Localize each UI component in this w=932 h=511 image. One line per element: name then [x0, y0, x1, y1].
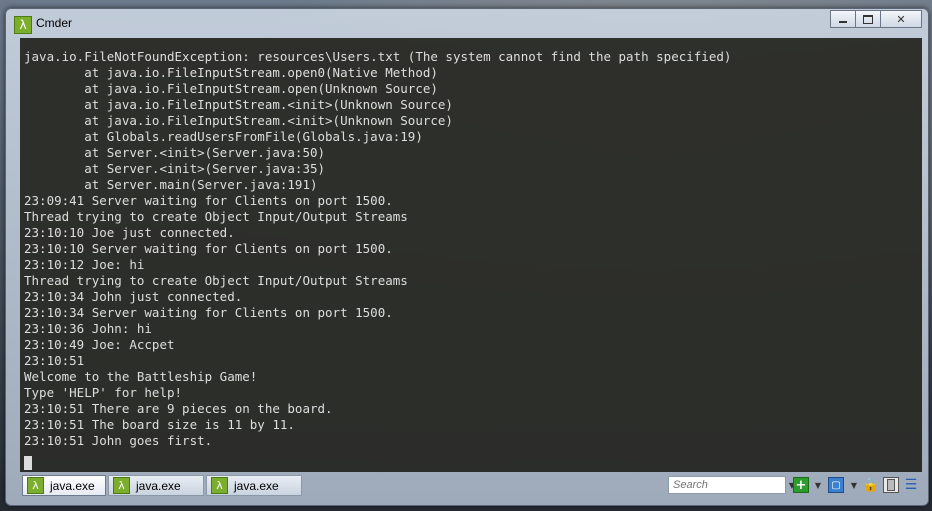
minimize-button[interactable]: [830, 10, 856, 28]
tab-java-exe-3[interactable]: λ java.exe: [206, 475, 302, 496]
cmder-app-icon[interactable]: λ: [14, 16, 32, 34]
lambda-icon: λ: [211, 477, 228, 494]
terminal-line: at java.io.FileInputStream.<init>(Unknow…: [24, 113, 453, 128]
maximize-icon: [863, 14, 873, 24]
terminal-line: 23:09:41 Server waiting for Clients on p…: [24, 193, 393, 208]
terminal-line: 23:10:34 Server waiting for Clients on p…: [24, 305, 393, 320]
split-dropdown-icon[interactable]: ▼: [846, 477, 862, 493]
terminal-line: at Server.main(Server.java:191): [24, 177, 318, 192]
terminal-line: 23:10:51 There are 9 pieces on the board…: [24, 401, 333, 416]
terminal-line: 23:10:36 John: hi: [24, 321, 152, 336]
terminal-line: at java.io.FileInputStream.<init>(Unknow…: [24, 97, 453, 112]
terminal-line: 23:10:51 John goes first.: [24, 433, 213, 448]
terminal-line: 23:10:10 Joe just connected.: [24, 225, 235, 240]
lock-icon[interactable]: 🔒: [863, 477, 879, 493]
terminal-line: Thread trying to create Object Input/Out…: [24, 209, 408, 224]
terminal-line: Thread trying to create Object Input/Out…: [24, 273, 408, 288]
lambda-icon: λ: [113, 477, 130, 494]
terminal-line: at java.io.FileInputStream.open(Unknown …: [24, 81, 438, 96]
terminal-line: Welcome to the Battleship Game!: [24, 369, 258, 384]
window-title: Cmder: [36, 16, 73, 30]
split-console-icon[interactable]: ▢: [828, 477, 844, 493]
terminal-line: 23:10:12 Joe: hi: [24, 257, 145, 272]
status-tab-bar: λ java.exe λ java.exe λ java.exe ▼ + ▼ ▢…: [20, 474, 922, 498]
terminal-line: at Server.<init>(Server.java:50): [24, 145, 326, 160]
terminal-line: 23:10:51: [24, 353, 85, 368]
lambda-icon: λ: [27, 477, 44, 494]
close-icon: ✕: [896, 12, 906, 26]
tab-label: java.exe: [234, 478, 279, 493]
cmder-window: λ Cmder ✕ java.io.FileNotFoundException:…: [5, 8, 929, 506]
pane-inner-icon: [887, 479, 895, 491]
close-button[interactable]: ✕: [880, 10, 922, 28]
hamburger-menu-icon[interactable]: ☰: [903, 477, 919, 493]
terminal-line: at java.io.FileInputStream.open0(Native …: [24, 65, 438, 80]
tab-java-exe-2[interactable]: λ java.exe: [108, 475, 204, 496]
maximize-button[interactable]: [855, 10, 881, 28]
terminal-line: 23:10:49 Joe: Accpet: [24, 337, 175, 352]
terminal-line: 23:10:10 Server waiting for Clients on p…: [24, 241, 393, 256]
search-input[interactable]: [668, 476, 786, 494]
terminal-line: java.io.FileNotFoundException: resources…: [24, 49, 732, 64]
window-controls: ✕: [830, 10, 922, 28]
pane-layout-icon[interactable]: [883, 477, 899, 493]
tab-label: java.exe: [136, 478, 181, 493]
title-bar[interactable]: λ Cmder ✕: [6, 9, 928, 37]
terminal-line: 23:10:51 The board size is 11 by 11.: [24, 417, 295, 432]
new-console-plus-icon[interactable]: +: [793, 477, 809, 493]
tab-java-exe-1[interactable]: λ java.exe: [22, 475, 106, 496]
terminal-console[interactable]: java.io.FileNotFoundException: resources…: [20, 38, 922, 472]
minimize-icon: [839, 21, 847, 23]
terminal-line: at Globals.readUsersFromFile(Globals.jav…: [24, 129, 423, 144]
terminal-line: Type 'HELP' for help!: [24, 385, 183, 400]
tab-label: java.exe: [50, 478, 95, 493]
terminal-line: 23:10:34 John just connected.: [24, 289, 243, 304]
terminal-line: at Server.<init>(Server.java:35): [24, 161, 326, 176]
text-cursor: [24, 456, 32, 470]
terminal-output: java.io.FileNotFoundException: resources…: [24, 49, 731, 449]
new-console-dropdown-icon[interactable]: ▼: [810, 477, 826, 493]
